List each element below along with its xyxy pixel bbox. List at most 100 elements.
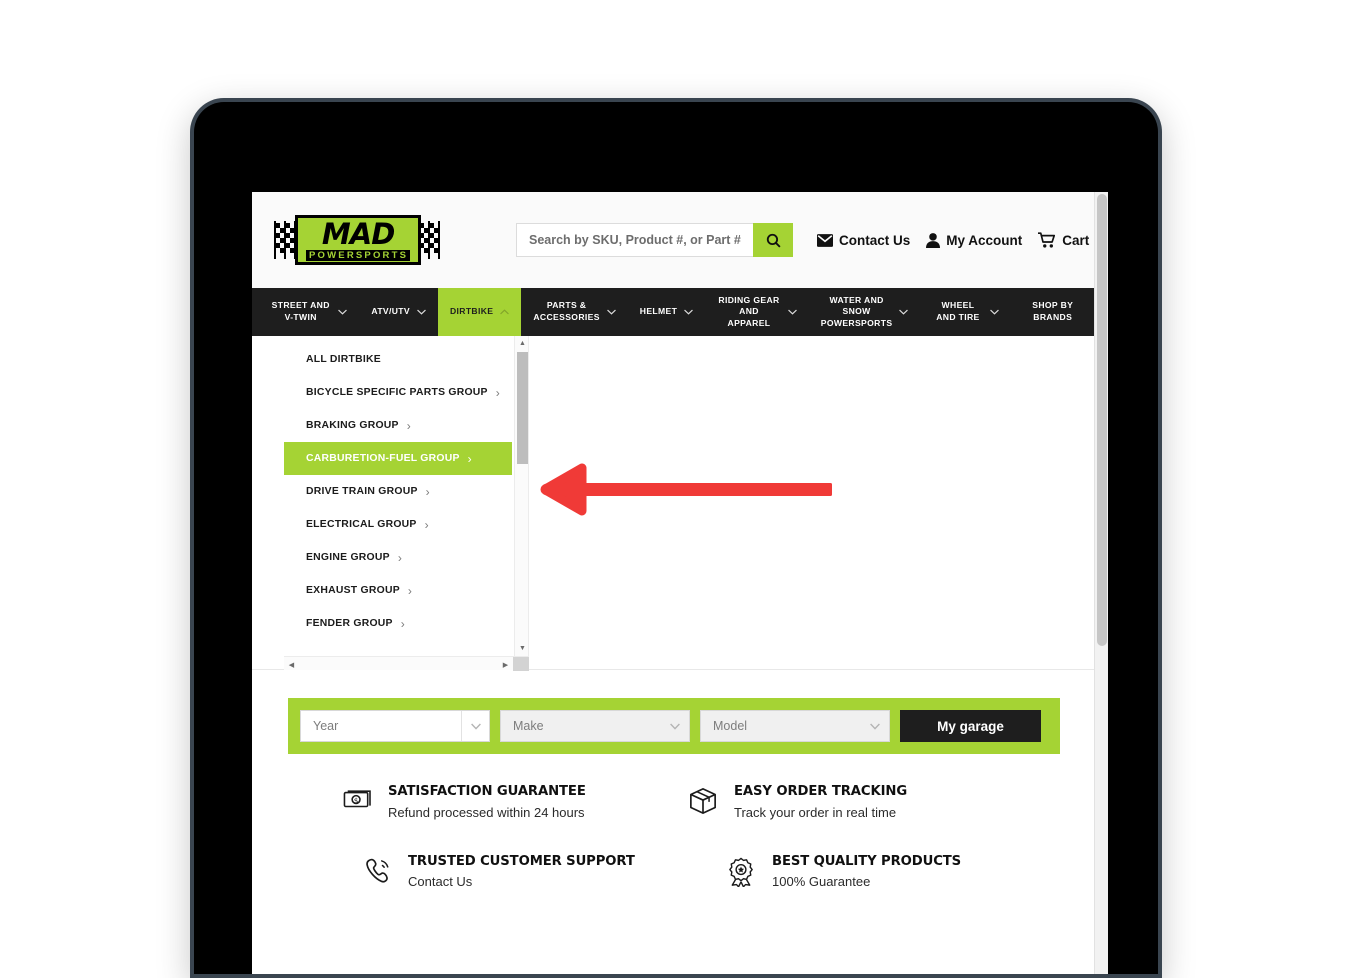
chevron-down-icon[interactable] — [861, 711, 889, 741]
award-icon — [729, 857, 753, 887]
mega-menu-vertical-scrollbar[interactable]: ▲ ▼ — [514, 336, 529, 656]
nav-item-shop-by-brands[interactable]: SHOP BY BRANDS — [1011, 288, 1094, 336]
cart-link[interactable]: Cart 3 — [1038, 231, 1094, 250]
chevron-down-icon[interactable] — [661, 711, 689, 741]
mega-item-electrical-group[interactable]: ELECTRICAL GROUP › — [284, 508, 512, 541]
nav-item-dirtbike[interactable]: DIRTBIKE — [437, 288, 522, 336]
year-placeholder: Year — [313, 719, 339, 733]
mega-item-bicycle-specific-parts-group[interactable]: BICYCLE SPECIFIC PARTS GROUP › — [284, 376, 512, 409]
nav-item-riding-gear-and-apparel[interactable]: RIDING GEAR AND APPAREL — [705, 288, 809, 336]
my-account-link[interactable]: My Account — [926, 233, 1022, 248]
nav-item-water-and-snow-powersports[interactable]: WATER AND SNOW POWERSPORTS — [809, 288, 921, 336]
envelope-icon — [817, 233, 833, 247]
year-select[interactable]: Year — [300, 710, 490, 742]
nav-label: WHEEL AND TIRE — [936, 300, 980, 322]
model-placeholder: Model — [713, 719, 748, 733]
chevron-up-icon — [500, 309, 510, 315]
brand-logo[interactable]: MAD POWERSPORTS — [274, 214, 464, 266]
mega-item-label: CARBURETION-FUEL GROUP — [306, 453, 460, 464]
mega-item-drive-train-group[interactable]: DRIVE TRAIN GROUP › — [284, 475, 512, 508]
page-scrollbar-thumb[interactable] — [1097, 194, 1107, 646]
mega-item-label: ALL DIRTBIKE — [306, 354, 381, 365]
tablet-device-frame: MAD POWERSPORTS Search by SKU, Product #… — [190, 98, 1162, 978]
scroll-left-arrow-icon[interactable]: ◀ — [284, 657, 299, 672]
nav-label: SHOP BY BRANDS — [1032, 300, 1074, 322]
chevron-down-icon — [684, 309, 694, 315]
contact-us-link[interactable]: Contact Us — [817, 233, 910, 248]
nav-item-atv-utv[interactable]: ATV/UTV — [359, 288, 438, 336]
mega-item-all-dirtbike[interactable]: ALL DIRTBIKE — [284, 343, 512, 376]
nav-label: STREET AND V-TWIN — [271, 300, 330, 322]
chevron-right-icon: › — [407, 583, 413, 598]
vehicle-fitment-bar: Year Make Model My garage — [288, 698, 1060, 754]
scroll-right-arrow-icon[interactable]: ▶ — [498, 657, 513, 672]
chevron-right-icon: › — [495, 385, 500, 400]
mega-item-fender-group[interactable]: FENDER GROUP › — [284, 607, 512, 640]
cart-label: Cart — [1062, 232, 1090, 248]
nav-label: DIRTBIKE — [449, 306, 494, 317]
dirtbike-mega-menu: ALL DIRTBIKE BICYCLE SPECIFIC PARTS GROU… — [252, 336, 1094, 672]
chevron-right-icon: › — [425, 484, 430, 499]
feature-title: EASY ORDER TRACKING — [734, 784, 908, 799]
mega-item-label: ELECTRICAL GROUP — [306, 519, 417, 530]
chevron-right-icon: › — [406, 418, 411, 433]
nav-label: HELMET — [639, 306, 678, 317]
logo-plate: MAD POWERSPORTS — [295, 214, 422, 266]
mega-menu-scroll-thumb[interactable] — [517, 352, 528, 464]
mega-item-engine-group[interactable]: ENGINE GROUP › — [284, 541, 512, 574]
feature-subtitle: 100% Guarantee — [772, 874, 871, 889]
tablet-bezel: MAD POWERSPORTS Search by SKU, Product #… — [194, 102, 1158, 974]
feature-trusted-customer-support: TRUSTED CUSTOMER SUPPORT Contact Us — [342, 853, 688, 889]
my-account-label: My Account — [946, 232, 1023, 248]
search-button[interactable] — [753, 223, 793, 257]
chevron-right-icon: › — [400, 616, 405, 631]
chevron-down-icon[interactable] — [461, 711, 489, 741]
feature-title: BEST QUALITY PRODUCTS — [772, 853, 962, 869]
svg-text:$: $ — [354, 797, 358, 805]
scroll-down-arrow-icon[interactable]: ▼ — [515, 641, 530, 656]
nav-item-wheel-and-tire[interactable]: WHEEL AND TIRE — [920, 288, 1011, 336]
main-navigation: STREET AND V-TWIN ATV/UTV DIRTBIKE PARTS… — [252, 288, 1094, 336]
search-icon — [766, 233, 781, 248]
nav-item-parts-and-accessories[interactable]: PARTS & ACCESSORIES — [521, 288, 627, 336]
chevron-down-icon — [990, 309, 1000, 315]
mega-item-carburetion-fuel-group[interactable]: CARBURETION-FUEL GROUP › — [284, 442, 512, 475]
mega-menu-hscroll-thumb[interactable] — [513, 657, 529, 671]
feature-easy-order-tracking: EASY ORDER TRACKING Track your order in … — [688, 784, 1034, 820]
chevron-down-icon — [417, 309, 426, 315]
make-select[interactable]: Make — [500, 710, 690, 742]
checkered-flag-right-icon — [418, 221, 441, 259]
mega-menu-list: ALL DIRTBIKE BICYCLE SPECIFIC PARTS GROU… — [284, 336, 512, 640]
feature-title: TRUSTED CUSTOMER SUPPORT — [408, 853, 635, 869]
contact-us-label: Contact Us — [839, 232, 911, 248]
nav-item-street-and-v-twin[interactable]: STREET AND V-TWIN — [258, 288, 359, 336]
chevron-right-icon: › — [397, 550, 403, 565]
page-scrollbar[interactable] — [1094, 192, 1108, 974]
logo-subtitle: POWERSPORTS — [306, 249, 411, 262]
nav-label: WATER AND SNOW POWERSPORTS — [820, 294, 893, 328]
phone-icon — [366, 858, 389, 883]
chevron-down-icon — [899, 309, 909, 315]
nav-item-helmet[interactable]: HELMET — [628, 288, 705, 336]
make-placeholder: Make — [513, 719, 544, 733]
money-icon: $ — [343, 790, 371, 808]
feature-title: SATISFACTION GUARANTEE — [388, 784, 586, 799]
mega-menu-horizontal-scrollbar[interactable]: ◀ ▶ — [284, 656, 529, 672]
trust-feature-bar: $ SATISFACTION GUARANTEE Refund processe… — [252, 784, 1094, 889]
mega-item-label: FENDER GROUP — [306, 618, 393, 629]
search-input[interactable] — [516, 223, 753, 257]
mega-item-braking-group[interactable]: BRAKING GROUP › — [284, 409, 512, 442]
mega-item-exhaust-group[interactable]: EXHAUST GROUP › — [284, 574, 512, 607]
my-garage-button[interactable]: My garage — [900, 710, 1041, 742]
feature-satisfaction-guarantee: $ SATISFACTION GUARANTEE Refund processe… — [342, 784, 688, 820]
mega-item-label: BRAKING GROUP — [306, 420, 399, 431]
package-icon — [690, 788, 716, 814]
nav-label: PARTS & ACCESSORIES — [533, 300, 600, 322]
chevron-right-icon: › — [424, 517, 429, 532]
mega-item-label: BICYCLE SPECIFIC PARTS GROUP — [306, 387, 488, 398]
scroll-up-arrow-icon[interactable]: ▲ — [515, 336, 530, 351]
chevron-down-icon — [787, 309, 797, 315]
search-bar — [516, 223, 793, 257]
site-header: MAD POWERSPORTS Search by SKU, Product #… — [252, 192, 1094, 288]
model-select[interactable]: Model — [700, 710, 890, 742]
